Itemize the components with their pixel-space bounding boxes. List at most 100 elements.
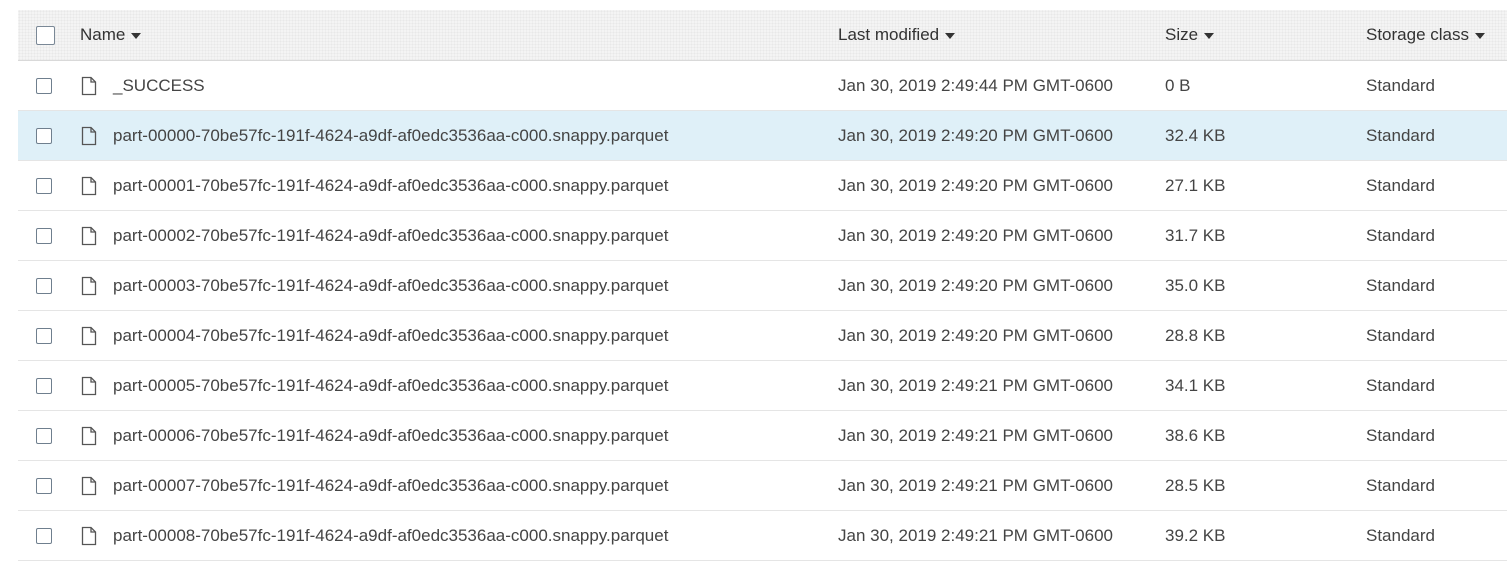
row-select-cell — [36, 461, 52, 510]
size-cell: 31.7 KB — [1165, 225, 1226, 245]
object-name-cell: part-00005-70be57fc-191f-4624-a9df-af0ed… — [80, 361, 668, 410]
caret-down-icon — [1475, 33, 1485, 39]
sort-by-storage-class[interactable]: Storage class — [1366, 25, 1485, 45]
object-name-cell: part-00006-70be57fc-191f-4624-a9df-af0ed… — [80, 411, 668, 460]
file-icon — [80, 426, 98, 446]
file-icon — [80, 376, 98, 396]
sort-by-last-modified[interactable]: Last modified — [838, 25, 956, 45]
size-cell: 28.5 KB — [1165, 475, 1226, 495]
table-body: _SUCCESS Jan 30, 2019 2:49:44 PM GMT-0600… — [18, 61, 1507, 561]
table-row[interactable]: part-00005-70be57fc-191f-4624-a9df-af0ed… — [18, 361, 1507, 411]
object-name-cell: part-00002-70be57fc-191f-4624-a9df-af0ed… — [80, 211, 668, 260]
object-name-link[interactable]: part-00006-70be57fc-191f-4624-a9df-af0ed… — [113, 426, 668, 446]
sort-by-size[interactable]: Size — [1165, 25, 1215, 45]
row-checkbox[interactable] — [36, 77, 52, 94]
storage-class-cell: Standard — [1366, 475, 1435, 495]
size-cell: 27.1 KB — [1165, 175, 1226, 195]
row-checkbox[interactable] — [36, 477, 52, 494]
object-name-link[interactable]: _SUCCESS — [113, 76, 205, 96]
storage-class-cell: Standard — [1366, 275, 1435, 295]
object-name-link[interactable]: part-00000-70be57fc-191f-4624-a9df-af0ed… — [113, 126, 668, 146]
object-name-link[interactable]: part-00002-70be57fc-191f-4624-a9df-af0ed… — [113, 226, 668, 246]
sort-by-name[interactable]: Name — [80, 25, 142, 45]
row-checkbox[interactable] — [36, 327, 52, 344]
last-modified-column-header[interactable]: Last modified — [838, 10, 956, 60]
size-cell: 39.2 KB — [1165, 525, 1226, 545]
object-name-cell: part-00004-70be57fc-191f-4624-a9df-af0ed… — [80, 311, 668, 360]
size-cell: 0 B — [1165, 75, 1191, 95]
table-row[interactable]: part-00004-70be57fc-191f-4624-a9df-af0ed… — [18, 311, 1507, 361]
storage-class-cell: Standard — [1366, 225, 1435, 245]
last-modified-cell: Jan 30, 2019 2:49:20 PM GMT-0600 — [838, 125, 1114, 145]
object-name-cell: part-00008-70be57fc-191f-4624-a9df-af0ed… — [80, 511, 668, 560]
object-name-link[interactable]: part-00001-70be57fc-191f-4624-a9df-af0ed… — [113, 176, 668, 196]
name-column-header[interactable]: Name — [80, 10, 142, 60]
storage-class-cell: Standard — [1366, 525, 1435, 545]
last-modified-cell: Jan 30, 2019 2:49:21 PM GMT-0600 — [838, 475, 1114, 495]
storage-class-cell: Standard — [1366, 325, 1435, 345]
row-select-cell — [36, 61, 52, 110]
object-name-cell: part-00007-70be57fc-191f-4624-a9df-af0ed… — [80, 461, 668, 510]
last-modified-column-label: Last modified — [838, 25, 940, 44]
caret-down-icon — [1204, 33, 1215, 39]
table-row[interactable]: part-00001-70be57fc-191f-4624-a9df-af0ed… — [18, 161, 1507, 211]
object-name-link[interactable]: part-00007-70be57fc-191f-4624-a9df-af0ed… — [113, 476, 668, 496]
object-name-link[interactable]: part-00003-70be57fc-191f-4624-a9df-af0ed… — [113, 276, 668, 296]
size-column-header[interactable]: Size — [1165, 10, 1215, 60]
file-icon — [80, 326, 98, 346]
row-checkbox[interactable] — [36, 527, 52, 544]
caret-down-icon — [945, 33, 956, 39]
row-select-cell — [36, 511, 52, 560]
row-checkbox[interactable] — [36, 277, 52, 294]
last-modified-cell: Jan 30, 2019 2:49:21 PM GMT-0600 — [838, 425, 1114, 445]
row-select-cell — [36, 161, 52, 210]
size-cell: 28.8 KB — [1165, 325, 1226, 345]
file-icon — [80, 126, 98, 146]
storage-class-column-label: Storage class — [1366, 25, 1469, 44]
select-all-checkbox[interactable] — [36, 25, 55, 45]
file-icon — [80, 276, 98, 296]
size-cell: 34.1 KB — [1165, 375, 1226, 395]
table-row[interactable]: part-00008-70be57fc-191f-4624-a9df-af0ed… — [18, 511, 1507, 561]
row-select-cell — [36, 311, 52, 360]
row-checkbox[interactable] — [36, 127, 52, 144]
size-cell: 35.0 KB — [1165, 275, 1226, 295]
storage-class-cell: Standard — [1366, 125, 1435, 145]
last-modified-cell: Jan 30, 2019 2:49:20 PM GMT-0600 — [838, 175, 1114, 195]
last-modified-cell: Jan 30, 2019 2:49:21 PM GMT-0600 — [838, 375, 1114, 395]
last-modified-cell: Jan 30, 2019 2:49:20 PM GMT-0600 — [838, 225, 1114, 245]
size-cell: 32.4 KB — [1165, 125, 1226, 145]
object-name-cell: _SUCCESS — [80, 61, 205, 110]
object-name-link[interactable]: part-00005-70be57fc-191f-4624-a9df-af0ed… — [113, 376, 668, 396]
size-cell: 38.6 KB — [1165, 425, 1226, 445]
object-name-link[interactable]: part-00008-70be57fc-191f-4624-a9df-af0ed… — [113, 526, 668, 546]
storage-class-cell: Standard — [1366, 175, 1435, 195]
name-column-label: Name — [80, 25, 126, 44]
table-row[interactable]: part-00003-70be57fc-191f-4624-a9df-af0ed… — [18, 261, 1507, 311]
last-modified-cell: Jan 30, 2019 2:49:44 PM GMT-0600 — [838, 75, 1114, 95]
object-name-cell: part-00000-70be57fc-191f-4624-a9df-af0ed… — [80, 111, 668, 160]
storage-class-cell: Standard — [1366, 425, 1435, 445]
table-row[interactable]: _SUCCESS Jan 30, 2019 2:49:44 PM GMT-0600… — [18, 61, 1507, 111]
size-column-label: Size — [1165, 25, 1199, 44]
row-checkbox[interactable] — [36, 377, 52, 394]
table-row[interactable]: part-00000-70be57fc-191f-4624-a9df-af0ed… — [18, 111, 1507, 161]
row-checkbox[interactable] — [36, 227, 52, 244]
object-name-link[interactable]: part-00004-70be57fc-191f-4624-a9df-af0ed… — [113, 326, 668, 346]
last-modified-cell: Jan 30, 2019 2:49:20 PM GMT-0600 — [838, 325, 1114, 345]
object-name-cell: part-00001-70be57fc-191f-4624-a9df-af0ed… — [80, 161, 668, 210]
row-select-cell — [36, 411, 52, 460]
object-name-cell: part-00003-70be57fc-191f-4624-a9df-af0ed… — [80, 261, 668, 310]
row-checkbox[interactable] — [36, 427, 52, 444]
row-checkbox[interactable] — [36, 177, 52, 194]
table-row[interactable]: part-00002-70be57fc-191f-4624-a9df-af0ed… — [18, 211, 1507, 261]
row-select-cell — [36, 211, 52, 260]
table-header: Name Last modified Size Storage class — [18, 10, 1507, 61]
object-list-table: Name Last modified Size Storage class _S… — [18, 10, 1507, 561]
file-icon — [80, 76, 98, 96]
file-icon — [80, 476, 98, 496]
storage-class-column-header[interactable]: Storage class — [1366, 10, 1485, 60]
table-row[interactable]: part-00006-70be57fc-191f-4624-a9df-af0ed… — [18, 411, 1507, 461]
table-row[interactable]: part-00007-70be57fc-191f-4624-a9df-af0ed… — [18, 461, 1507, 511]
file-icon — [80, 176, 98, 196]
